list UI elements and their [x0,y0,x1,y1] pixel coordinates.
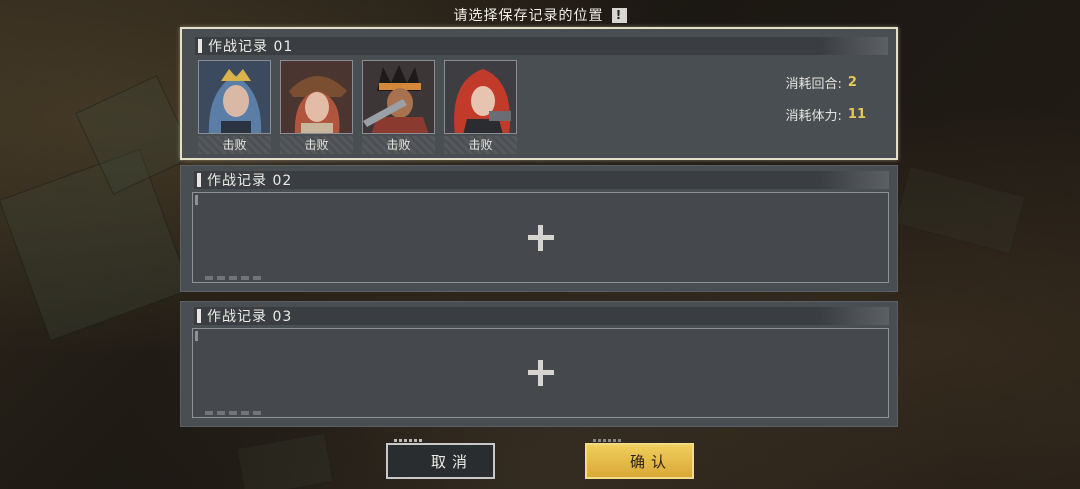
cancel-button[interactable]: 取消 [386,439,495,479]
character-card: 击败 [280,60,353,154]
character-card: 击败 [444,60,517,154]
plus-icon[interactable] [527,224,554,251]
stamina-stat: 消耗体力: 11 [786,105,866,124]
character-portrait [280,60,353,134]
save-slot-02[interactable]: 作战记录 02 [180,165,898,292]
plus-icon[interactable] [527,360,554,386]
page-title: 请选择保存记录的位置 [453,8,604,24]
info-icon[interactable]: ! [611,7,627,23]
save-slot-01[interactable]: 作战记录 01 击败 击败 击败 击败 消耗回合: 2 消耗体力: 11 [180,27,898,160]
turns-stat: 消耗回合: 2 [786,73,866,92]
status-badge: 击败 [198,136,271,154]
character-portrait [198,60,271,134]
cancel-button-label: 取消 [430,452,473,471]
slot-marker-icon [197,173,201,187]
slot-marker-icon [198,39,202,53]
character-portrait [362,60,435,134]
slot-header: 作战记录 01 [195,37,888,55]
empty-slot-area[interactable] [192,328,889,418]
slot-marker-icon [197,309,201,323]
status-badge: 击败 [444,136,517,154]
slot-header: 作战记录 02 [194,171,889,189]
slot-stats: 消耗回合: 2 消耗体力: 11 [786,73,866,137]
stamina-value: 11 [847,107,866,122]
confirm-button-label: 确认 [629,452,672,471]
character-card: 击败 [362,60,435,154]
save-slot-03[interactable]: 作战记录 03 [180,301,898,427]
confirm-button[interactable]: 确认 [585,439,694,479]
character-portrait [444,60,517,134]
slot-title: 作战记录 03 [207,309,293,325]
status-badge: 击败 [280,136,353,154]
character-list: 击败 击败 击败 击败 [198,60,517,154]
character-card: 击败 [198,60,271,154]
turns-label: 消耗回合: [785,77,842,92]
empty-slot-area[interactable] [192,192,889,283]
dialog-title: 请选择保存记录的位置 ! [0,5,1080,25]
status-badge: 击败 [362,136,435,154]
stamina-label: 消耗体力: [785,109,842,124]
slot-title: 作战记录 02 [207,173,293,189]
slot-header: 作战记录 03 [194,307,889,325]
turns-value: 2 [847,75,857,90]
slot-title: 作战记录 01 [208,39,294,55]
